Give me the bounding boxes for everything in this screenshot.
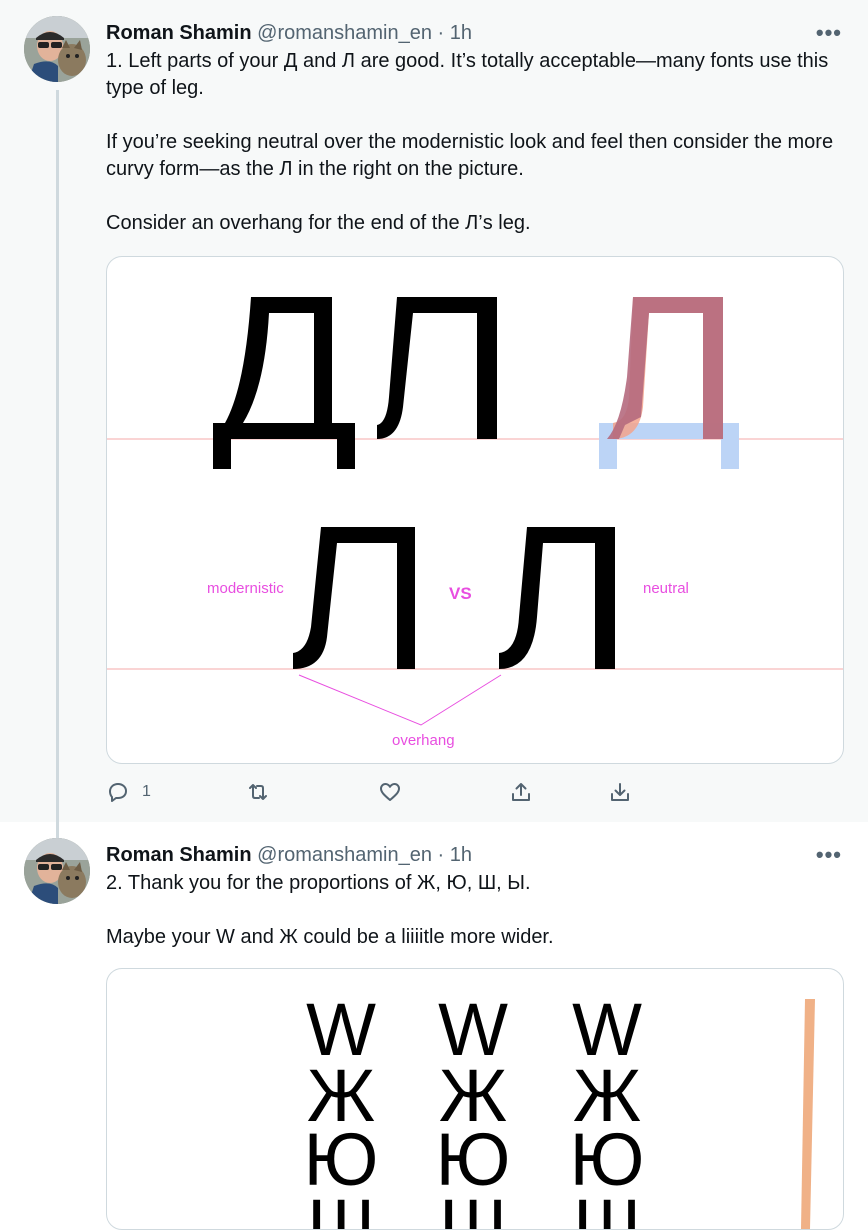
glyph-sha: Ш xyxy=(439,1184,507,1229)
more-options-icon[interactable]: ••• xyxy=(816,842,842,868)
label-neutral: neutral xyxy=(643,580,689,597)
reply-button[interactable]: 1 xyxy=(106,780,151,804)
share-button[interactable] xyxy=(509,780,533,804)
reply-icon xyxy=(109,783,127,802)
heart-icon xyxy=(380,783,400,801)
repost-button[interactable] xyxy=(246,780,270,804)
author-handle[interactable]: @romanshamin_en xyxy=(257,22,432,44)
tweet-header: Roman Shamin @romanshamin_en · 1h xyxy=(106,20,472,46)
overhang-pointer xyxy=(298,674,502,726)
timestamp[interactable]: 1h xyxy=(450,22,472,44)
glyph-de-drawing xyxy=(213,297,355,469)
avatar[interactable] xyxy=(24,838,90,904)
glyph-sha: Ш xyxy=(307,1184,375,1229)
label-modernistic: modernistic xyxy=(207,580,284,597)
tweet-actions: 1 xyxy=(106,780,642,808)
thread-line xyxy=(56,90,59,822)
label-overhang: overhang xyxy=(392,732,455,749)
timestamp[interactable]: 1h xyxy=(450,844,472,866)
separator: · xyxy=(431,844,450,866)
author-name[interactable]: Roman Shamin xyxy=(106,22,252,44)
author-handle[interactable]: @romanshamin_en xyxy=(257,844,432,866)
glyph-el-modernistic xyxy=(293,527,415,669)
avatar[interactable] xyxy=(24,16,90,82)
download-icon xyxy=(611,783,629,801)
tweet-image[interactable]: modernistic VS neutral overhang xyxy=(106,256,844,764)
tweet-paragraph: If you’re seeking neutral over the moder… xyxy=(106,131,834,180)
tweet-header: Roman Shamin @romanshamin_en · 1h xyxy=(106,842,472,868)
thread-line xyxy=(56,822,59,838)
tweet-paragraph: 1. Left parts of your Д and Л are good. … xyxy=(106,50,829,99)
reply-count: 1 xyxy=(142,783,151,800)
like-button[interactable] xyxy=(378,780,402,804)
more-options-icon[interactable]: ••• xyxy=(816,20,842,46)
glyph-el-neutral xyxy=(499,527,615,669)
repost-icon xyxy=(249,784,267,800)
glyph-comparison-figure: modernistic VS neutral overhang xyxy=(107,297,843,749)
glyph-el-drawing xyxy=(377,297,497,439)
glyph-width-figure: W Ж Ю Ш W Ж Ю Ш W Ж Ю Ш xyxy=(304,988,815,1229)
glyph-sha: Ш xyxy=(573,1184,641,1229)
tweet-paragraph: Consider an overhang for the end of the … xyxy=(106,212,531,234)
tweet-image[interactable]: W Ж Ю Ш W Ж Ю Ш W Ж Ю Ш xyxy=(106,968,844,1230)
tweet-1[interactable]: Roman Shamin @romanshamin_en · 1h ••• 1.… xyxy=(0,0,868,822)
tweet-text: 2. Thank you for the proportions of Ж, Ю… xyxy=(106,870,846,951)
tweet-paragraph: 2. Thank you for the proportions of Ж, Ю… xyxy=(106,872,531,894)
separator: · xyxy=(431,22,450,44)
tweet-2[interactable]: Roman Shamin @romanshamin_en · 1h ••• 2.… xyxy=(0,822,868,1230)
label-vs: VS xyxy=(449,584,472,603)
orange-bar xyxy=(801,999,815,1229)
author-name[interactable]: Roman Shamin xyxy=(106,844,252,866)
tweet-text: 1. Left parts of your Д and Л are good. … xyxy=(106,48,846,237)
share-icon xyxy=(512,783,530,801)
download-button[interactable] xyxy=(608,780,632,804)
tweet-paragraph: Maybe your W and Ж could be a liiiitle m… xyxy=(106,926,554,948)
glyph-overlay-drawing xyxy=(599,297,739,469)
